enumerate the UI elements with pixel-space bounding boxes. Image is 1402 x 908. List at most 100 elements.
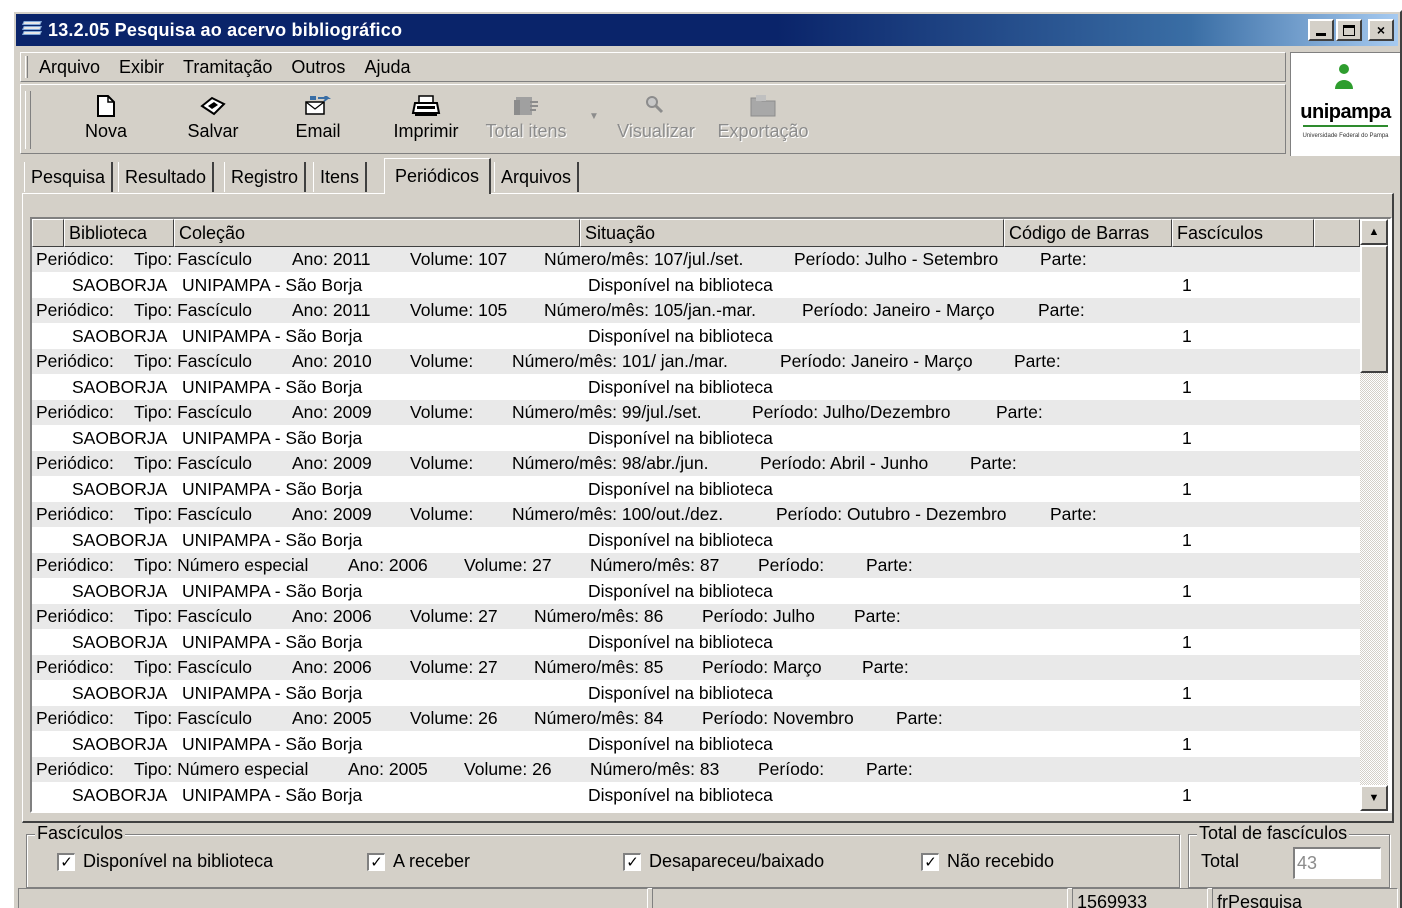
check-a-receber[interactable]: ✓ A receber bbox=[367, 851, 470, 872]
periodico-row[interactable]: Periódico: Tipo: Fascículo Ano: 2010 Volume… bbox=[32, 349, 1360, 374]
holding-fasciculos: 1 bbox=[1182, 581, 1192, 601]
holding-fasciculos: 1 bbox=[1182, 479, 1192, 499]
holding-situacao: Disponível na biblioteca bbox=[588, 734, 773, 754]
column-header-colecao[interactable]: Coleção bbox=[174, 219, 580, 247]
periodico-ano: Ano: 2009 bbox=[292, 504, 372, 524]
total-field[interactable]: 43 bbox=[1293, 847, 1381, 879]
periodico-row[interactable]: Periódico: Tipo: Fascículo Ano: 2011 Volume… bbox=[32, 298, 1360, 323]
holding-row[interactable]: SAOBORJA UNIPAMPA - São Borja Disponível n… bbox=[32, 680, 1360, 706]
salvar-button[interactable]: Salvar bbox=[177, 93, 249, 149]
menu-exibir[interactable]: Exibir bbox=[119, 57, 164, 78]
holding-row[interactable]: SAOBORJA UNIPAMPA - São Borja Disponível n… bbox=[32, 629, 1360, 655]
periodico-tipo: Tipo: Número especial bbox=[134, 555, 309, 575]
holding-row[interactable]: SAOBORJA UNIPAMPA - São Borja Disponível n… bbox=[32, 374, 1360, 400]
checkbox-checked-icon[interactable]: ✓ bbox=[367, 852, 385, 871]
total-itens-button[interactable]: Total itens bbox=[479, 93, 573, 149]
check-disponivel[interactable]: ✓ Disponível na biblioteca bbox=[57, 851, 273, 872]
periodico-row[interactable]: Periódico: Tipo: Fascículo Ano: 2006 Volume… bbox=[32, 655, 1360, 680]
menu-outros[interactable]: Outros bbox=[291, 57, 345, 78]
vertical-scrollbar[interactable]: ▲ ▼ bbox=[1360, 219, 1388, 811]
periodico-volume: Volume: bbox=[410, 351, 474, 371]
new-document-icon bbox=[71, 93, 141, 119]
check-nao-recebido[interactable]: ✓ Não recebido bbox=[921, 851, 1054, 872]
holding-row[interactable]: SAOBORJA UNIPAMPA - São Borja Disponível n… bbox=[32, 476, 1360, 502]
save-disk-icon bbox=[177, 93, 249, 119]
visualizar-button[interactable]: Visualizar bbox=[613, 93, 699, 149]
periodico-tipo: Tipo: Fascículo bbox=[134, 606, 253, 626]
check-desapareceu[interactable]: ✓ Desapareceu/baixado bbox=[623, 851, 824, 872]
periodico-row[interactable]: Periódico: Tipo: Número especial Ano: 2005… bbox=[32, 757, 1360, 782]
holding-biblioteca: SAOBORJA bbox=[72, 734, 168, 754]
holding-situacao: Disponível na biblioteca bbox=[588, 428, 773, 448]
periodico-parte: Parte: bbox=[896, 708, 943, 728]
column-header-situacao[interactable]: Situação bbox=[580, 219, 1004, 247]
holding-biblioteca: SAOBORJA bbox=[72, 428, 168, 448]
periodico-tipo: Tipo: Fascículo bbox=[134, 351, 253, 371]
holding-row[interactable]: SAOBORJA UNIPAMPA - São Borja Disponível n… bbox=[32, 323, 1360, 349]
tab-arquivos[interactable]: Arquivos bbox=[494, 162, 580, 192]
total-itens-dropdown-arrow-icon[interactable]: ▼ bbox=[589, 111, 599, 122]
close-icon: × bbox=[1376, 22, 1386, 38]
periodico-row[interactable]: Periódico: Tipo: Fascículo Ano: 2011 Volume… bbox=[32, 247, 1360, 272]
status-panel-1 bbox=[18, 888, 648, 908]
status-bar: 1569933 frPesquisa bbox=[16, 886, 1400, 908]
periodico-prefix: Periódico: bbox=[36, 402, 114, 422]
total-label: Total bbox=[1201, 851, 1240, 871]
periodico-row[interactable]: Periódico: Tipo: Fascículo Ano: 2009 Volume… bbox=[32, 502, 1360, 527]
periodico-numero: Número/mês: 86 bbox=[534, 606, 664, 626]
tab-itens[interactable]: Itens bbox=[313, 162, 368, 192]
periodico-tipo: Tipo: Fascículo bbox=[134, 504, 253, 524]
imprimir-button[interactable]: Imprimir bbox=[385, 93, 467, 149]
toolbar: Nova Salvar Email Imprimir Total itens ▼… bbox=[20, 84, 1286, 154]
periodico-parte: Parte: bbox=[866, 759, 913, 779]
holding-biblioteca: SAOBORJA bbox=[72, 377, 168, 397]
holding-row[interactable]: SAOBORJA UNIPAMPA - São Borja Disponível n… bbox=[32, 578, 1360, 604]
check-a-receber-label: A receber bbox=[393, 851, 471, 871]
holding-biblioteca: SAOBORJA bbox=[72, 581, 168, 601]
tab-periodicos[interactable]: Periódicos bbox=[384, 158, 492, 194]
periodicos-grid[interactable]: Biblioteca Coleção Situação Código de Ba… bbox=[30, 217, 1392, 813]
periodico-row[interactable]: Periódico: Tipo: Fascículo Ano: 2009 Volume… bbox=[32, 400, 1360, 425]
periodico-row[interactable]: Periódico: Tipo: Fascículo Ano: 2005 Volume… bbox=[32, 706, 1360, 731]
holding-biblioteca: SAOBORJA bbox=[72, 326, 168, 346]
nova-button[interactable]: Nova bbox=[71, 93, 141, 149]
periodico-ano: Ano: 2005 bbox=[292, 708, 372, 728]
column-header-fasciculos[interactable]: Fascículos bbox=[1172, 219, 1314, 247]
menu-tramitacao[interactable]: Tramitação bbox=[183, 57, 272, 78]
scroll-thumb[interactable] bbox=[1360, 245, 1388, 373]
menu-ajuda[interactable]: Ajuda bbox=[364, 57, 410, 78]
checkbox-checked-icon[interactable]: ✓ bbox=[921, 852, 939, 871]
periodico-parte: Parte: bbox=[1014, 351, 1061, 371]
email-button[interactable]: Email bbox=[285, 93, 351, 149]
periodico-row[interactable]: Periódico: Tipo: Número especial Ano: 2006… bbox=[32, 553, 1360, 578]
column-header-codigo-barras[interactable]: Código de Barras bbox=[1004, 219, 1172, 247]
periodico-numero: Número/mês: 83 bbox=[590, 759, 720, 779]
holding-row[interactable]: SAOBORJA UNIPAMPA - São Borja Disponível n… bbox=[32, 731, 1360, 757]
periodico-prefix: Periódico: bbox=[36, 300, 114, 320]
tab-resultado[interactable]: Resultado bbox=[118, 162, 215, 192]
menu-arquivo[interactable]: Arquivo bbox=[39, 57, 100, 78]
checkbox-checked-icon[interactable]: ✓ bbox=[57, 852, 75, 871]
holding-row[interactable]: SAOBORJA UNIPAMPA - São Borja Disponível n… bbox=[32, 527, 1360, 553]
holding-row[interactable]: SAOBORJA UNIPAMPA - São Borja Disponível n… bbox=[32, 425, 1360, 451]
tab-registro[interactable]: Registro bbox=[224, 162, 307, 192]
periodico-row[interactable]: Periódico: Tipo: Fascículo Ano: 2006 Volume… bbox=[32, 604, 1360, 629]
holding-biblioteca: SAOBORJA bbox=[72, 530, 168, 550]
scroll-up-button[interactable]: ▲ bbox=[1360, 219, 1388, 245]
holding-row[interactable]: SAOBORJA UNIPAMPA - São Borja Disponível n… bbox=[32, 272, 1360, 298]
close-button[interactable]: × bbox=[1368, 19, 1394, 41]
grid-rows: Periódico: Tipo: Fascículo Ano: 2011 Volume… bbox=[32, 247, 1360, 808]
maximize-button[interactable] bbox=[1336, 19, 1362, 41]
periodico-row[interactable]: Periódico: Tipo: Fascículo Ano: 2009 Volume… bbox=[32, 451, 1360, 476]
holding-biblioteca: SAOBORJA bbox=[72, 683, 168, 703]
periodico-numero: Número/mês: 99/jul./set. bbox=[512, 402, 702, 422]
holding-row[interactable]: SAOBORJA UNIPAMPA - São Borja Disponível n… bbox=[32, 782, 1360, 808]
scroll-down-button[interactable]: ▼ bbox=[1360, 785, 1388, 811]
exportacao-button[interactable]: Exportação bbox=[713, 93, 813, 149]
minimize-button[interactable] bbox=[1308, 19, 1334, 41]
checkbox-checked-icon[interactable]: ✓ bbox=[623, 852, 641, 871]
periodico-volume: Volume: bbox=[410, 504, 474, 524]
column-header-biblioteca[interactable]: Biblioteca bbox=[64, 219, 174, 247]
tab-pesquisa[interactable]: Pesquisa bbox=[24, 162, 114, 192]
title-bar[interactable]: 13.2.05 Pesquisa ao acervo bibliográfico… bbox=[16, 14, 1398, 46]
